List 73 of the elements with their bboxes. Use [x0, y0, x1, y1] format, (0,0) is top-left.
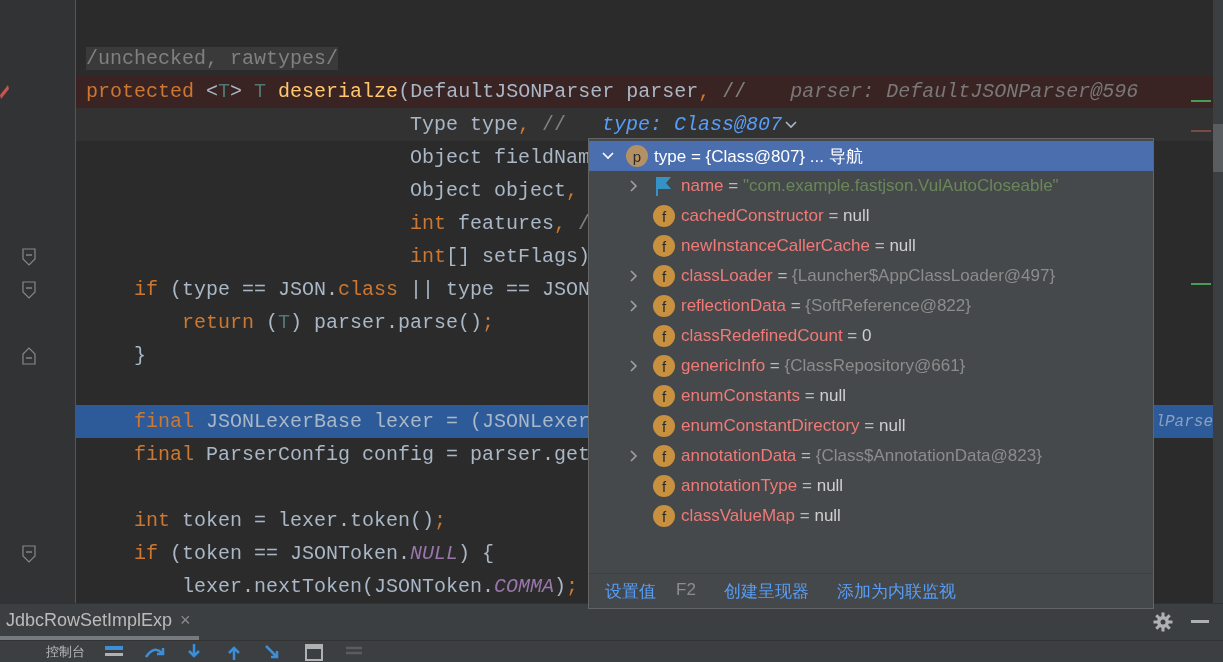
- tree-row[interactable]: f annotationType = null: [589, 471, 1153, 501]
- tree-row[interactable]: f classValueMap = null: [589, 501, 1153, 531]
- code-line: int token = lexer.token();: [134, 509, 447, 532]
- tree-row-text: classLoader = {Launcher$AppClassLoader@497}: [681, 266, 1056, 286]
- field-icon: f: [653, 295, 675, 317]
- tree-row[interactable]: f classLoader = {Launcher$AppClassLoader@497}: [589, 261, 1153, 291]
- field-icon: f: [653, 235, 675, 257]
- field-icon: f: [653, 475, 675, 497]
- field-icon: f: [653, 355, 675, 377]
- code-line: int[] setFlags): [410, 245, 591, 268]
- fold-icon[interactable]: [22, 248, 36, 266]
- flag-icon: [653, 175, 673, 197]
- tree-row[interactable]: name = "com.example.fastjson.VulAutoCloseable": [589, 171, 1153, 201]
- dropdown-icon[interactable]: [784, 119, 799, 130]
- inline-value-hint: parser: DefaultJSONParser@596: [790, 80, 1139, 103]
- tree-row-text: reflectionData = {SoftReference@822}: [681, 296, 971, 316]
- field-icon: f: [653, 205, 675, 227]
- fold-icon[interactable]: [22, 347, 36, 365]
- tree-row-text: newInstanceCallerCache = null: [681, 236, 916, 256]
- field-icon: f: [653, 505, 675, 527]
- field-icon: f: [653, 385, 675, 407]
- change-marker: [1191, 100, 1211, 102]
- code-line: final JSONLexerBase lexer = (JSONLexer: [134, 410, 591, 433]
- calculator-icon[interactable]: [303, 643, 325, 661]
- tree-row-text: annotationData = {Class$AnnotationData@823}: [681, 446, 1042, 466]
- inline-value-hint[interactable]: type: Class@807: [602, 113, 783, 136]
- settings-icon[interactable]: [1153, 612, 1173, 632]
- console-tab[interactable]: 控制台: [46, 643, 85, 661]
- tree-row-text: name = "com.example.fastjson.VulAutoCloseable": [681, 176, 1059, 196]
- fold-icon[interactable]: [22, 545, 36, 563]
- code-line: Object object,: [410, 179, 579, 202]
- tree-row[interactable]: f cachedConstructor = null: [589, 201, 1153, 231]
- fold-icon[interactable]: [22, 281, 36, 299]
- field-icon: f: [653, 325, 675, 347]
- action-link[interactable]: 添加为内联监视: [836, 579, 956, 603]
- tree-row[interactable]: f classRedefinedCount = 0: [589, 321, 1153, 351]
- action-link[interactable]: 设置值 F2: [605, 579, 696, 603]
- code-line: lexer.nextToken(JSONToken.COMMA);: [182, 575, 579, 598]
- tree-row[interactable]: p type = {Class@807} ... 导航: [589, 141, 1153, 171]
- inline-value-hint: lParse: [1155, 412, 1213, 431]
- code-line: if (type == JSON.class || type == JSON: [134, 278, 591, 301]
- field-icon: f: [653, 415, 675, 437]
- code-line: if (token == JSONToken.NULL) {: [134, 542, 495, 565]
- tree-row-text: enumConstants = null: [681, 386, 846, 406]
- tree-row[interactable]: f enumConstantDirectory = null: [589, 411, 1153, 441]
- field-icon: f: [653, 445, 675, 467]
- minimize-icon[interactable]: [1191, 620, 1209, 624]
- tree-row[interactable]: f enumConstants = null: [589, 381, 1153, 411]
- tree-row[interactable]: f annotationData = {Class$AnnotationData@823}: [589, 441, 1153, 471]
- tree-row[interactable]: f reflectionData = {SoftReference@822}: [589, 291, 1153, 321]
- tree-row-text: genericInfo = {ClassRepository@661}: [681, 356, 966, 376]
- tree-row[interactable]: f newInstanceCallerCache = null: [589, 231, 1153, 261]
- code-line: final ParserConfig config = parser.get: [134, 443, 591, 466]
- tree-row-text: classValueMap = null: [681, 506, 841, 526]
- tree-row[interactable]: f genericInfo = {ClassRepository@661}: [589, 351, 1153, 381]
- property-icon: p: [626, 145, 648, 167]
- error-marker: [1191, 130, 1211, 132]
- field-icon: f: [653, 265, 675, 287]
- code-line: Object fieldNam: [410, 146, 591, 169]
- tree-row-text: enumConstantDirectory = null: [681, 416, 906, 436]
- change-marker: [1191, 283, 1211, 285]
- scrollbar-thumb[interactable]: [1213, 124, 1223, 172]
- code-line: int features, /: [410, 212, 591, 235]
- action-link[interactable]: 创建呈现器: [723, 579, 809, 603]
- tree-row-text: classRedefinedCount = 0: [681, 326, 872, 346]
- tree-row-text: type = {Class@807} ... 导航: [654, 145, 863, 168]
- code-line: return (T) parser.parse();: [182, 311, 495, 334]
- code-line: protected <T> T deserialze(DefaultJSONParser parser, //: [86, 80, 747, 103]
- tree-row-text: annotationType = null: [681, 476, 844, 496]
- tree-row-text: cachedConstructor = null: [681, 206, 870, 226]
- close-icon[interactable]: ×: [180, 609, 191, 631]
- code-line: Type type, //: [410, 113, 567, 136]
- code-line: }: [134, 344, 146, 367]
